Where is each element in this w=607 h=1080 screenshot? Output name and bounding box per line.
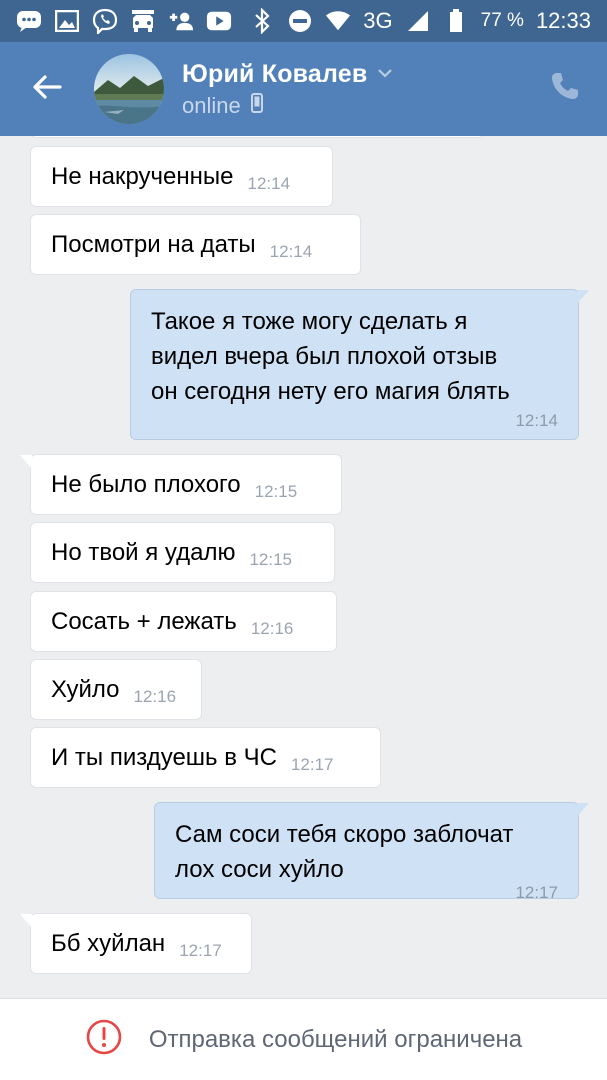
message-incoming[interactable]: Не накрученные 12:14 [30, 146, 333, 207]
chat-header: Юрий Ковалев online [0, 42, 607, 136]
message-text: Но твой я удалю [51, 538, 236, 566]
message-text: Бб хуйлан [51, 929, 166, 957]
signal-icon [405, 9, 431, 33]
back-button[interactable] [0, 42, 94, 136]
bubble-tail [577, 803, 589, 817]
messaging-restricted-bar: Отправка сообщений ограничена [0, 998, 607, 1080]
message-text: Сосать + лежать [51, 607, 237, 635]
message-incoming[interactable]: Посмотри на даты 12:14 [30, 214, 361, 275]
message-time: 12:17 [290, 754, 334, 774]
message-time: 12:14 [515, 411, 558, 430]
message-time: 12:16 [250, 618, 294, 638]
message-time: 12:14 [269, 241, 313, 261]
partial-message-bubble [30, 136, 485, 138]
message-incoming[interactable]: Хуйло 12:16 [30, 659, 202, 720]
contact-status: online [182, 92, 241, 118]
message-text: Такое я тоже могу сделать я видел вчера … [151, 308, 510, 405]
message-time: 12:15 [254, 481, 298, 501]
chevron-down-icon[interactable] [377, 65, 393, 83]
message-incoming[interactable]: Но твой я удалю 12:15 [30, 522, 335, 583]
restriction-text: Отправка сообщений ограничена [148, 1025, 523, 1053]
wifi-icon [325, 9, 351, 33]
message-incoming[interactable]: Не было плохого 12:15 [20, 454, 342, 515]
message-text: И ты пиздуешь в ЧС [51, 743, 277, 771]
message-text: Сам соси тебя скоро заблочат лох соси ху… [175, 821, 514, 883]
bubble-tail [577, 290, 589, 304]
bluetooth-icon [249, 8, 275, 34]
message-bubble-icon [16, 9, 42, 33]
battery-percent: 77 % [480, 10, 524, 31]
image-icon [54, 9, 80, 33]
contact-name: Юрий Ковалев [182, 59, 368, 88]
message-incoming[interactable]: Бб хуйлан 12:17 [20, 913, 252, 974]
message-outgoing[interactable]: Сам соси тебя скоро заблочат лох соси ху… [154, 802, 589, 902]
contact-info[interactable]: Юрий Ковалев online [182, 54, 393, 124]
bubble-tail [20, 455, 32, 469]
bubble-tail [20, 914, 32, 928]
viber-icon [92, 8, 118, 34]
alert-circle-icon [85, 1018, 123, 1061]
message-incoming[interactable]: И ты пиздуешь в ЧС 12:17 [30, 727, 381, 788]
system-icons: 3G 77 % 12:33 [249, 8, 591, 34]
back-arrow-icon [32, 74, 62, 105]
do-not-disturb-icon [287, 9, 313, 33]
message-time: 12:14 [247, 173, 291, 193]
clock: 12:33 [535, 8, 591, 33]
notification-icons [16, 8, 232, 34]
phone-icon [550, 71, 580, 106]
message-time: 12:16 [133, 686, 177, 706]
youtube-icon [206, 9, 232, 33]
car-icon [130, 9, 156, 33]
add-contact-icon [168, 9, 194, 33]
message-time: 12:15 [249, 549, 293, 569]
message-incoming[interactable]: Сосать + лежать 12:16 [30, 591, 337, 652]
message-text: Посмотри на даты [51, 230, 256, 258]
message-text: Не накрученные [51, 162, 234, 190]
status-bar: 3G 77 % 12:33 [0, 0, 607, 42]
message-time: 12:17 [179, 940, 222, 960]
message-text: Хуйло [51, 675, 120, 703]
avatar[interactable] [94, 54, 164, 124]
battery-icon [443, 9, 469, 33]
message-outgoing[interactable]: Такое я тоже могу сделать я видел вчера … [130, 289, 589, 440]
network-type: 3G [363, 8, 393, 33]
call-button[interactable] [545, 68, 585, 108]
message-text: Не было плохого [51, 470, 241, 498]
mobile-phone-icon [250, 93, 263, 118]
message-list[interactable]: Не накрученные 12:14 Посмотри на даты 12… [0, 136, 607, 998]
